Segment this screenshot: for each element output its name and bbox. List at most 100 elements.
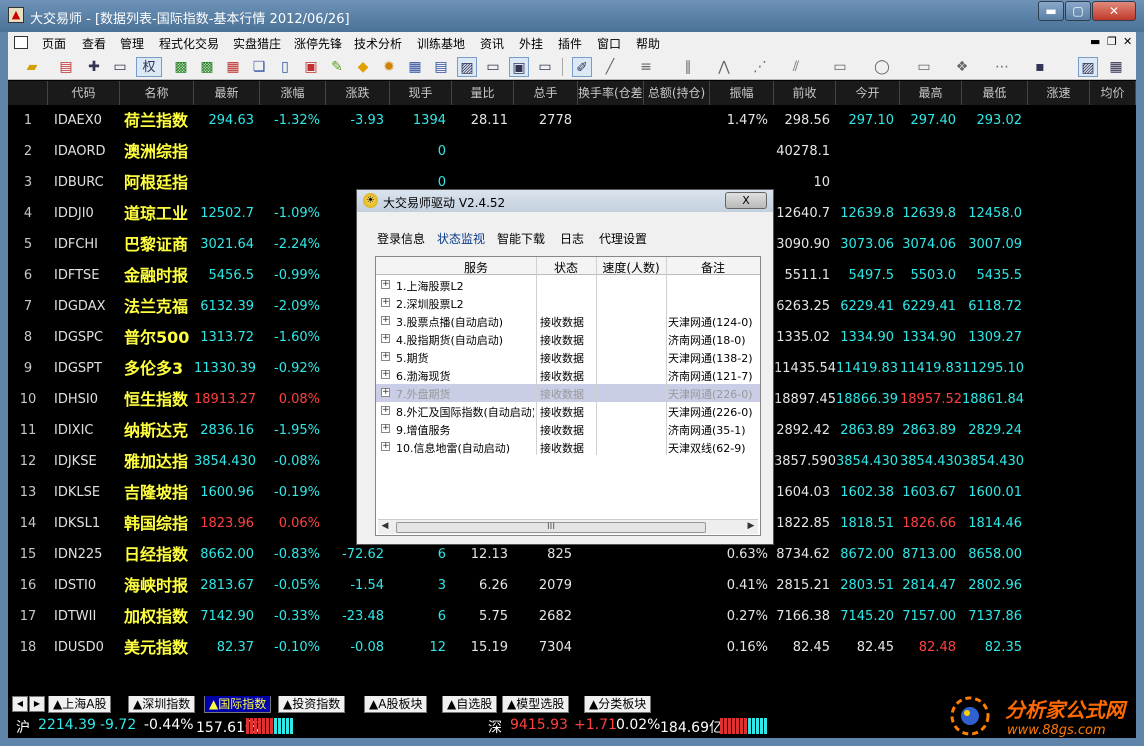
document-icon[interactable]: ▯ [275, 57, 295, 77]
mdi-close-icon[interactable]: ✕ [1123, 35, 1132, 48]
menu-tech-analysis[interactable]: 技术分析 [354, 35, 402, 52]
service-row[interactable]: +2.深圳股票L2 [376, 294, 760, 312]
expand-icon[interactable]: + [381, 334, 390, 343]
col-speed[interactable]: 涨速 [1028, 81, 1090, 105]
more-tools-icon[interactable]: ⋯ [992, 57, 1012, 77]
service-row[interactable]: +4.股指期货(自动启动) 接收数据 济南网通(18-0) [376, 330, 760, 348]
print-icon[interactable]: ▭ [535, 57, 555, 77]
menu-manage[interactable]: 管理 [120, 35, 144, 52]
expand-icon[interactable]: + [381, 316, 390, 325]
col-speed[interactable]: 速度(人数) [596, 259, 666, 276]
tab-login-info[interactable]: 登录信息 [377, 230, 425, 247]
service-row[interactable]: +1.上海股票L2 [376, 276, 760, 294]
sheet-next-icon[interactable]: ▶ [29, 696, 45, 712]
service-row[interactable]: +5.期货 接收数据 天津网通(138-2) [376, 348, 760, 366]
menu-help[interactable]: 帮助 [636, 35, 660, 52]
draw-gann-icon[interactable]: ∥ [678, 57, 698, 77]
kline-view-icon[interactable]: ▨ [457, 57, 477, 77]
expand-icon[interactable]: + [381, 370, 390, 379]
col-amplitude[interactable]: 振幅 [710, 81, 774, 105]
keyboard-icon[interactable]: ▭ [110, 57, 130, 77]
menu-live-hunt[interactable]: 实盘猎庄 [233, 35, 281, 52]
sheet-tab-intl-index[interactable]: ▲国际指数 [204, 696, 272, 713]
sheet-tab-watchlist[interactable]: ▲自选股 [442, 696, 498, 713]
window-icon[interactable]: ▭ [483, 57, 503, 77]
menu-limit-up[interactable]: 涨停先锋 [294, 35, 342, 52]
minimize-button[interactable]: ▬ [1038, 1, 1064, 21]
expand-icon[interactable]: + [381, 388, 390, 397]
col-index[interactable] [8, 81, 48, 105]
draw-rect-icon[interactable]: ▭ [830, 57, 850, 77]
multi-chart-icon[interactable]: ▦ [1106, 57, 1126, 77]
tab-status-monitor[interactable]: 状态监视 [437, 230, 485, 247]
scroll-thumb[interactable]: III [396, 522, 706, 533]
expand-icon[interactable]: + [381, 442, 390, 451]
col-service[interactable]: 服务 [416, 259, 536, 276]
menu-news[interactable]: 资讯 [480, 35, 504, 52]
close-button[interactable]: ✕ [1092, 1, 1136, 21]
menu-training[interactable]: 训练基地 [417, 35, 465, 52]
col-status[interactable]: 状态 [536, 259, 596, 276]
col-note[interactable]: 备注 [666, 259, 760, 276]
service-row[interactable]: +9.增值服务 接收数据 济南网通(35-1) [376, 420, 760, 438]
col-last[interactable]: 最新 [194, 81, 260, 105]
col-prev-close[interactable]: 前收 [774, 81, 836, 105]
table-icon[interactable]: ▤ [431, 57, 451, 77]
menu-view[interactable]: 查看 [82, 35, 106, 52]
open-folder-icon[interactable]: ▰ [22, 57, 42, 77]
draw-fib-icon[interactable]: ⋰ [750, 57, 770, 77]
expand-icon[interactable]: + [381, 406, 390, 415]
warning-icon[interactable]: ◆ [353, 57, 373, 77]
service-list[interactable]: 服务 状态 速度(人数) 备注 +1.上海股票L2 +2.深圳股票L2 +3.股票点… [375, 256, 761, 536]
col-name[interactable]: 名称 [120, 81, 194, 105]
chart-window-icon[interactable]: ▨ [1078, 57, 1098, 77]
sheet-tab-model-pick[interactable]: ▲模型选股 [502, 696, 570, 713]
draw-text-icon[interactable]: ▭ [914, 57, 934, 77]
col-avg[interactable]: 均价 [1090, 81, 1136, 105]
menu-plugins[interactable]: 插件 [558, 35, 582, 52]
draw-mode-icon[interactable]: ✐ [572, 57, 592, 77]
gear-icon[interactable]: ✹ [379, 57, 399, 77]
split-view-icon[interactable]: ▣ [509, 57, 529, 77]
col-turnover[interactable]: 换手率(仓差) [578, 81, 644, 105]
draw-channel-icon[interactable]: ≡ [636, 57, 656, 77]
mdi-restore-icon[interactable]: ❐ [1107, 35, 1117, 48]
sheet-prev-icon[interactable]: ◀ [12, 696, 28, 712]
draw-fan-icon[interactable]: ⋀ [714, 57, 734, 77]
sheet-tab-sh-a[interactable]: ▲上海A股 [48, 696, 112, 713]
service-row[interactable]: +7.外盘期货 接收数据 天津网通(226-0) [376, 384, 760, 402]
service-row[interactable]: +10.信息地雷(自动启动) 接收数据 天津双线(62-9) [376, 438, 760, 456]
service-row[interactable]: +6.渤海现货 接收数据 济南网通(121-7) [376, 366, 760, 384]
expand-icon[interactable]: + [381, 298, 390, 307]
service-row[interactable]: +3.股票点播(自动启动) 接收数据 天津网通(124-0) [376, 312, 760, 330]
draw-line-icon[interactable]: ╱ [600, 57, 620, 77]
horizontal-scrollbar[interactable]: ◀ III ▶ [378, 519, 758, 534]
tab-log[interactable]: 日志 [560, 230, 584, 247]
col-open[interactable]: 今开 [836, 81, 900, 105]
chart-line-icon[interactable]: ▩ [171, 57, 191, 77]
sheet-tab-category[interactable]: ▲分类板块 [584, 696, 652, 713]
scroll-left-icon[interactable]: ◀ [378, 521, 392, 534]
draw-ellipse-icon[interactable]: ◯ [872, 57, 892, 77]
grid-icon[interactable]: ▦ [405, 57, 425, 77]
col-amount[interactable]: 总额(持仓) [644, 81, 710, 105]
col-chg[interactable]: 涨跌 [326, 81, 390, 105]
menu-program-trading[interactable]: 程式化交易 [159, 35, 219, 52]
alert-icon[interactable]: ▣ [301, 57, 321, 77]
table-row[interactable]: 18 IDUSD0 美元指数 82.37 -0.10% -0.08 12 15.19 7304 0… [8, 632, 1136, 663]
table-row[interactable]: 17 IDTWII 加权指数 7142.90 -0.33% -23.48 6 5.75 2682… [8, 601, 1136, 632]
tab-smart-download[interactable]: 智能下载 [497, 230, 545, 247]
export-icon[interactable]: ▤ [56, 57, 76, 77]
sheet-tab-invest-index[interactable]: ▲投资指数 [278, 696, 346, 713]
table-row[interactable]: 16 IDSTI0 海峡时报 2813.67 -0.05% -1.54 3 6.26 2079 0… [8, 570, 1136, 601]
expand-icon[interactable]: + [381, 280, 390, 289]
crosshair-icon[interactable]: ✚ [84, 57, 104, 77]
menu-plugin-ext[interactable]: 外挂 [519, 35, 543, 52]
col-vol[interactable]: 现手 [390, 81, 452, 105]
col-code[interactable]: 代码 [48, 81, 120, 105]
pencil-icon[interactable]: ✎ [327, 57, 347, 77]
tab-proxy-settings[interactable]: 代理设置 [599, 230, 647, 247]
draw-shape-icon[interactable]: ❖ [952, 57, 972, 77]
app-logo-icon[interactable]: ▲ [8, 7, 24, 23]
mdi-minimize-icon[interactable]: ▬ [1090, 35, 1100, 48]
